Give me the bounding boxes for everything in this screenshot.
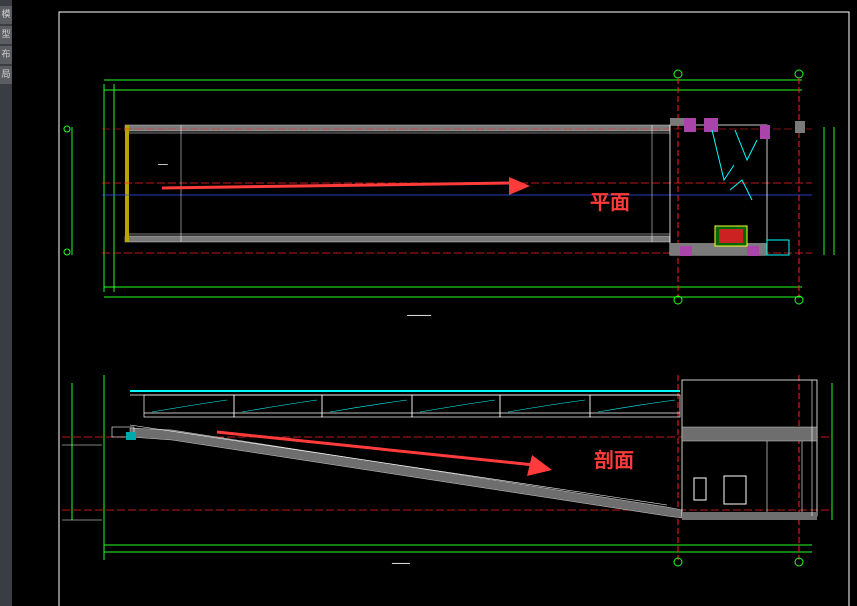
plan-arrow-head bbox=[509, 177, 530, 195]
left-tab-2[interactable]: 型 bbox=[0, 26, 12, 44]
section-building bbox=[681, 379, 818, 520]
svg-text:━━━━━━━━: ━━━━━━━━ bbox=[406, 313, 432, 319]
plan-rooms bbox=[669, 118, 805, 256]
section-arrow-head bbox=[527, 455, 552, 476]
left-panel: 模 型 布 局 bbox=[0, 0, 12, 606]
plan-label: 平面 bbox=[590, 190, 630, 214]
cad-drawing-canvas[interactable]: ════ ━━━━━━━━ ━━━━━━ 平面 剖面 bbox=[12, 0, 857, 606]
left-tab-1[interactable]: 模 bbox=[0, 6, 12, 24]
drawing-svg: ════ ━━━━━━━━ ━━━━━━ bbox=[58, 11, 850, 606]
plan-arrow bbox=[161, 181, 513, 190]
section-view: ━━━━━━ bbox=[62, 375, 833, 567]
annotation-arrows bbox=[161, 177, 552, 476]
left-tab-4[interactable]: 局 bbox=[0, 66, 12, 84]
plan-view: ════ ━━━━━━━━ bbox=[63, 69, 835, 319]
section-label: 剖面 bbox=[594, 448, 634, 472]
svg-text:════: ════ bbox=[157, 162, 168, 167]
svg-text:━━━━━━: ━━━━━━ bbox=[391, 561, 411, 567]
left-tab-3[interactable]: 布 bbox=[0, 46, 12, 64]
